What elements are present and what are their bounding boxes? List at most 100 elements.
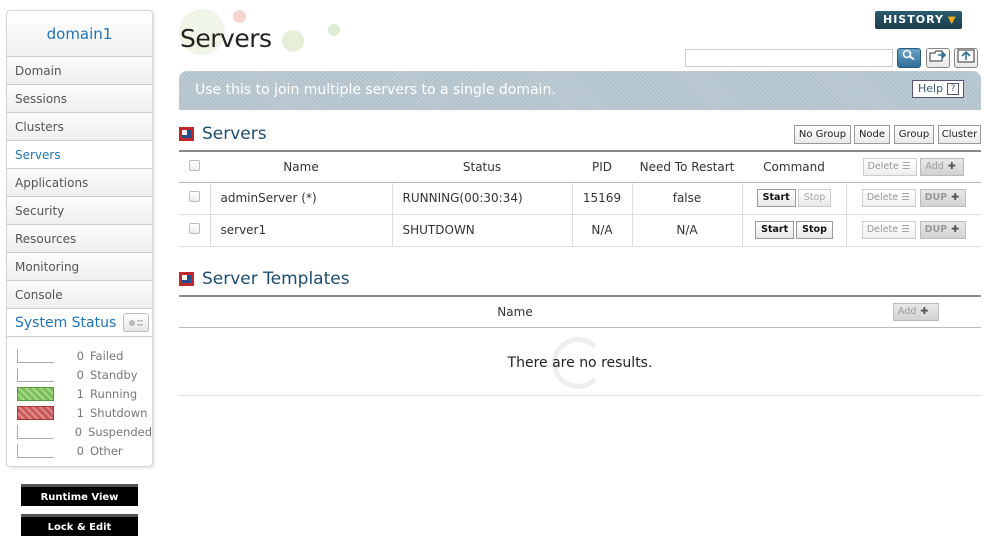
xml-export-button[interactable]	[954, 48, 978, 68]
runtime-view-button[interactable]: Runtime View	[21, 484, 138, 506]
status-row-failed: 0 Failed	[7, 346, 152, 365]
table-header-row: Name Status PID Need To Restart Command …	[179, 150, 981, 183]
table-header-row: Name Add ✚	[179, 295, 981, 328]
command-cell: Start Stop	[742, 214, 847, 247]
section-icon	[179, 127, 194, 141]
stop-button[interactable]: Stop	[797, 189, 832, 207]
page-title: Servers	[180, 24, 272, 53]
servers-heading: Servers	[202, 124, 267, 144]
server-name[interactable]: server1	[210, 214, 393, 247]
delete-label: Delete	[867, 160, 899, 172]
server-name[interactable]: adminServer (*)	[210, 182, 393, 215]
help-button[interactable]: Help ?	[912, 80, 964, 98]
status-count: 1	[76, 405, 84, 420]
status-row-running: 1 Running	[7, 384, 152, 403]
sidebar-item-applications[interactable]: Applications	[7, 169, 152, 197]
no-group-button[interactable]: No Group	[794, 125, 851, 144]
col-need-to-restart: Need To Restart	[632, 150, 742, 183]
domain-title[interactable]: domain1	[7, 11, 152, 57]
status-label: Failed	[90, 348, 124, 363]
sidebar: domain1 Domain Sessions Clusters Servers…	[6, 10, 153, 467]
table-row: server1 SHUTDOWN N/A N/A Start Stop Delet…	[179, 214, 981, 247]
sidebar-item-domain[interactable]: Domain	[7, 57, 152, 85]
col-name: Name	[210, 150, 392, 183]
row-delete-button[interactable]: Delete ☰	[861, 189, 916, 207]
plus-icon: ✚	[951, 192, 960, 203]
status-label: Standby	[90, 367, 138, 382]
search-input[interactable]	[685, 49, 893, 67]
start-button[interactable]: Start	[755, 221, 795, 239]
sidebar-item-monitoring[interactable]: Monitoring	[7, 253, 152, 281]
col-actions: Add ✚	[851, 295, 981, 328]
folder-icon	[929, 50, 947, 62]
template-add-button[interactable]: Add ✚	[893, 302, 939, 321]
import-button[interactable]	[926, 48, 950, 68]
status-label: Running	[90, 386, 138, 401]
delete-label: Delete	[866, 224, 899, 235]
col-actions: Delete ☰ Add ✚	[846, 150, 981, 183]
plus-icon: ✚	[947, 160, 956, 172]
row-select-cell	[179, 214, 211, 247]
decorative-circle	[328, 24, 340, 36]
col-name: Name	[179, 295, 851, 328]
servers-table: Name Status PID Need To Restart Command …	[179, 150, 981, 247]
dup-label: DUP	[924, 224, 948, 235]
main-content: Servers HISTORY ▼ Use this to join multip…	[179, 0, 981, 543]
group-button[interactable]: Group	[894, 125, 934, 144]
col-command: Command	[742, 150, 846, 183]
delete-icon: ☰	[901, 160, 911, 172]
system-status-header: System Status	[7, 309, 152, 337]
server-pid: 15169	[572, 182, 633, 215]
select-all-cell	[179, 150, 210, 183]
sidebar-item-console[interactable]: Console	[7, 281, 152, 309]
history-button[interactable]: HISTORY ▼	[875, 11, 962, 29]
select-all-checkbox[interactable]	[189, 159, 200, 171]
lock-edit-button[interactable]: Lock & Edit	[21, 514, 138, 536]
search-icon	[902, 49, 915, 61]
section-icon	[179, 272, 194, 286]
delete-button[interactable]: Delete ☰	[862, 157, 917, 176]
server-need-restart: N/A	[632, 214, 743, 247]
cluster-button[interactable]: Cluster	[938, 125, 981, 144]
question-icon: ?	[947, 83, 959, 95]
row-checkbox[interactable]	[188, 191, 200, 202]
add-label: Add	[898, 305, 917, 317]
sidebar-item-servers[interactable]: Servers	[7, 141, 152, 169]
help-label: Help	[918, 82, 944, 95]
sidebar-item-security[interactable]: Security	[7, 197, 152, 225]
server-pid: N/A	[572, 214, 633, 247]
row-delete-button[interactable]: Delete ☰	[861, 221, 916, 239]
no-results-message: There are no results.	[507, 355, 653, 371]
status-label: Other	[90, 443, 123, 458]
status-count: 0	[76, 443, 84, 458]
start-button[interactable]: Start	[756, 189, 796, 207]
dup-button[interactable]: DUP ✚	[919, 221, 966, 239]
templates-heading: Server Templates	[202, 269, 350, 289]
server-status: SHUTDOWN	[392, 214, 573, 247]
status-swatch-running	[17, 386, 54, 401]
servers-section-title: Servers	[179, 124, 267, 144]
stop-button[interactable]: Stop	[796, 221, 833, 239]
node-button[interactable]: Node	[854, 125, 890, 144]
system-status-list: 0 Failed 0 Standby 1 Running 1 Shutdown …	[7, 337, 152, 460]
system-status-toggle-icon[interactable]	[123, 313, 150, 332]
status-label: Shutdown	[90, 405, 148, 420]
status-swatch-suspended	[17, 424, 53, 439]
add-label: Add	[925, 160, 944, 172]
status-count: 1	[76, 386, 84, 401]
plus-icon: ✚	[951, 224, 960, 235]
status-count: 0	[76, 348, 84, 363]
add-button[interactable]: Add ✚	[920, 157, 965, 176]
search-button[interactable]	[897, 48, 921, 68]
sidebar-item-sessions[interactable]: Sessions	[7, 85, 152, 113]
sidebar-item-clusters[interactable]: Clusters	[7, 113, 152, 141]
dup-button[interactable]: DUP ✚	[919, 189, 966, 207]
row-checkbox[interactable]	[188, 223, 200, 234]
sidebar-item-resources[interactable]: Resources	[7, 225, 152, 253]
chevron-down-icon: ▼	[947, 15, 957, 26]
history-label: HISTORY	[883, 13, 944, 26]
plus-icon: ✚	[920, 305, 929, 317]
command-cell: Start Stop	[742, 182, 847, 215]
status-swatch-failed	[17, 348, 54, 363]
decorative-circle	[233, 10, 246, 23]
